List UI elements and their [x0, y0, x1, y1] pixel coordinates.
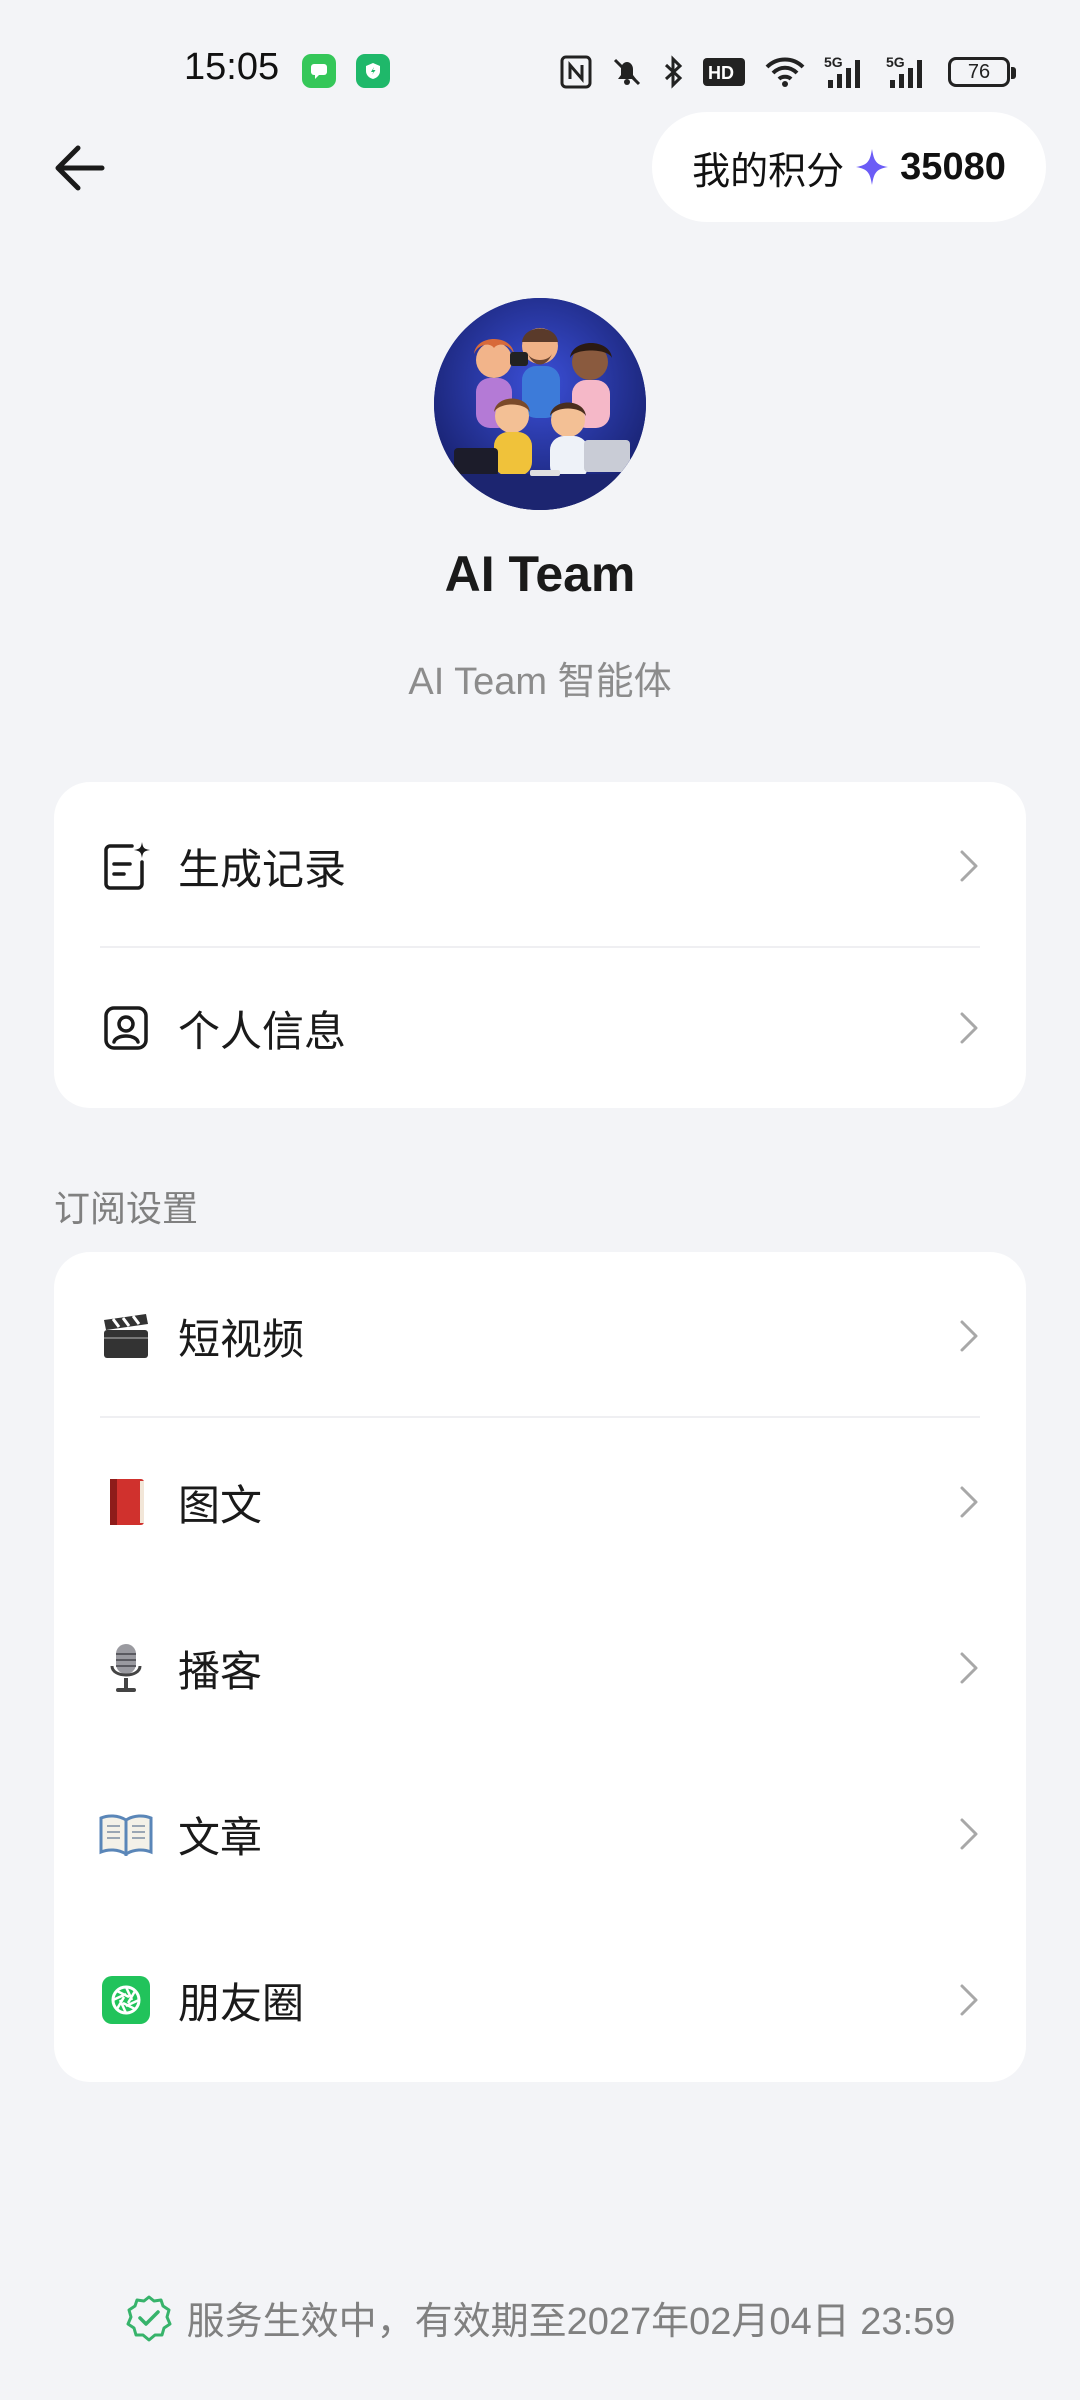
menu-item-label: 文章: [178, 1813, 263, 1861]
document-sparkle-icon: [98, 838, 154, 894]
menu-item-label: 个人信息: [178, 1007, 347, 1055]
check-badge-icon: [126, 2295, 172, 2341]
menu-item-personal-info[interactable]: 个人信息: [54, 948, 1026, 1108]
subscription-card: 短视频 图文 播客 文章 朋友圈: [54, 1252, 1026, 2082]
points-value: 35080: [900, 145, 1006, 188]
nfc-icon: [560, 55, 592, 89]
chevron-right-icon: [960, 850, 978, 882]
chevron-right-icon: [960, 1012, 978, 1044]
menu-item-generation-records[interactable]: 生成记录: [54, 786, 1026, 946]
agent-name: AI Team: [444, 546, 636, 602]
chevron-right-icon: [960, 1984, 978, 2016]
wifi-icon: [765, 57, 805, 87]
chevron-right-icon: [960, 1320, 978, 1352]
mute-bell-icon: [613, 58, 641, 86]
subscription-item-image-text[interactable]: 图文: [54, 1422, 1026, 1582]
signal-5g-icon-2: 5G: [886, 54, 922, 88]
subscription-section-title: 订阅设置: [54, 1188, 199, 1229]
arrow-left-icon: [55, 145, 105, 191]
contact-card-icon: [98, 1000, 154, 1056]
message-notification-icon: [302, 54, 336, 88]
main-menu-card: 生成记录 个人信息: [54, 782, 1026, 1108]
agent-subtitle: AI Team 智能体: [408, 661, 672, 703]
points-pill[interactable]: 我的积分 35080: [652, 112, 1046, 222]
menu-item-label: 生成记录: [178, 845, 347, 893]
menu-item-label: 播客: [178, 1647, 263, 1695]
hd-icon: HD: [703, 58, 745, 86]
system-icons: HD 5G 5G 76: [560, 52, 1016, 92]
back-button[interactable]: [48, 136, 112, 200]
chevron-right-icon: [960, 1486, 978, 1518]
divider: [100, 1416, 980, 1418]
svg-text:5G: 5G: [824, 54, 843, 70]
subscription-item-moments[interactable]: 朋友圈: [54, 1920, 1026, 2080]
red-book-icon: [98, 1474, 154, 1530]
service-status-text: 服务生效中，有效期至2027年02月04日 23:59: [186, 2301, 956, 2343]
signal-5g-icon: 5G: [824, 54, 860, 88]
subscription-item-short-video[interactable]: 短视频: [54, 1256, 1026, 1416]
open-book-icon: [98, 1806, 154, 1862]
avatar: [434, 298, 646, 510]
microphone-icon: [98, 1640, 154, 1696]
sparkle-icon: [856, 149, 889, 185]
svg-text:5G: 5G: [886, 54, 905, 70]
points-label: 我的积分: [692, 150, 845, 193]
moments-icon: [98, 1972, 154, 2028]
chevron-right-icon: [960, 1652, 978, 1684]
battery-icon: 76: [948, 57, 1016, 87]
menu-item-label: 短视频: [178, 1315, 305, 1363]
service-status: 服务生效中，有效期至2027年02月04日 23:59: [0, 2290, 1080, 2345]
svg-text:HD: HD: [708, 63, 734, 83]
clapperboard-icon: [98, 1308, 154, 1364]
chevron-right-icon: [960, 1818, 978, 1850]
menu-item-label: 图文: [178, 1481, 263, 1529]
subscription-item-podcast[interactable]: 播客: [54, 1588, 1026, 1748]
bluetooth-icon: [664, 55, 683, 89]
menu-item-label: 朋友圈: [178, 1979, 305, 2027]
subscription-item-article[interactable]: 文章: [54, 1754, 1026, 1914]
status-time: 15:05: [184, 46, 280, 88]
shield-notification-icon: [356, 54, 390, 88]
